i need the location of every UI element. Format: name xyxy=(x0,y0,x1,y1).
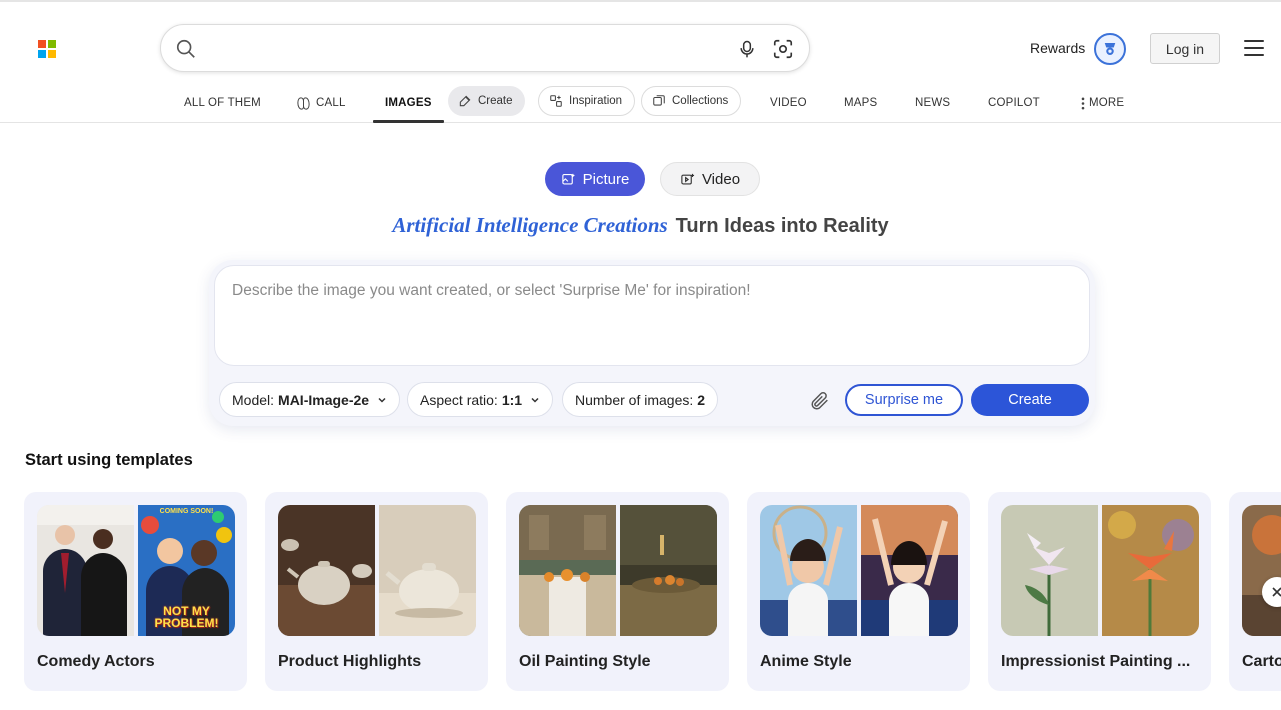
template-card-impressionist[interactable]: Impressionist Painting ... xyxy=(988,492,1211,691)
video-mode-button[interactable]: Video xyxy=(660,162,760,196)
top-border xyxy=(0,0,1281,2)
template-image xyxy=(861,505,958,636)
headline: Artificial Intelligence Creations Turn Id… xyxy=(0,213,1281,238)
template-label: Oil Painting Style xyxy=(519,653,651,670)
poster-top-text: COMING SOON! xyxy=(159,508,214,515)
image-create-icon xyxy=(561,173,575,184)
vertical-nav: ALL OF THEM CALL IMAGES Create Inspirati… xyxy=(0,84,1281,123)
nav-call[interactable]: CALL xyxy=(296,84,346,122)
nav-inspiration[interactable]: Inspiration xyxy=(538,86,636,116)
nav-news[interactable]: NEWS xyxy=(915,84,950,122)
nav-copilot[interactable]: COPILOT xyxy=(988,84,1040,122)
nav-create[interactable]: Create xyxy=(448,86,525,116)
template-label: Product Highlights xyxy=(278,653,422,670)
prompt-area xyxy=(214,265,1090,366)
model-selector[interactable]: Model: MAI-Image-2e xyxy=(219,382,401,417)
template-image: COMING SOON! NOT MY PROBLEM! xyxy=(138,505,235,636)
template-image xyxy=(620,505,717,636)
microphone-icon[interactable] xyxy=(737,39,757,59)
image-count-selector[interactable]: Number of images: 2 xyxy=(562,382,719,417)
rewards-link[interactable]: Rewards xyxy=(1030,40,1085,56)
template-image xyxy=(278,505,375,636)
templates-title: Start using templates xyxy=(25,451,193,469)
template-card-oil-painting[interactable]: Oil Painting Style xyxy=(506,492,729,691)
collections-icon xyxy=(653,95,665,106)
nav-images[interactable]: IMAGES xyxy=(373,84,444,123)
create-button[interactable]: Create xyxy=(971,384,1089,416)
template-label: Carto xyxy=(1242,653,1281,670)
login-button[interactable]: Log in xyxy=(1150,33,1220,64)
visual-search-icon[interactable] xyxy=(772,38,794,60)
copilot-icon xyxy=(297,96,310,110)
template-card-comedy-actors[interactable]: COMING SOON! NOT MY PROBLEM! Comedy Acto… xyxy=(24,492,247,691)
nav-video[interactable]: VIDEO xyxy=(770,84,807,122)
microsoft-logo-icon[interactable] xyxy=(38,40,56,58)
poster-bottom-text: NOT MY PROBLEM! xyxy=(154,604,219,630)
template-image xyxy=(37,505,134,636)
nav-maps[interactable]: MAPS xyxy=(844,84,877,122)
search-input[interactable] xyxy=(209,35,769,63)
template-card-product-highlights[interactable]: Product Highlights xyxy=(265,492,488,691)
headline-main: Turn Ideas into Reality xyxy=(675,215,889,237)
chevron-down-icon xyxy=(378,397,386,403)
template-label: Impressionist Painting ... xyxy=(1001,653,1191,670)
chevron-down-icon xyxy=(531,397,539,403)
create-icon xyxy=(459,95,471,107)
video-create-icon xyxy=(681,173,695,184)
attachment-icon[interactable] xyxy=(809,390,831,412)
template-image xyxy=(1001,505,1098,636)
search-icon[interactable] xyxy=(175,38,197,60)
nav-collections[interactable]: Collections xyxy=(641,86,742,116)
template-image xyxy=(1242,505,1281,636)
aspect-ratio-selector[interactable]: Aspect ratio: 1:1 xyxy=(407,382,554,417)
picture-mode-button[interactable]: Picture xyxy=(545,162,645,196)
template-image xyxy=(1102,505,1199,636)
template-label: Comedy Actors xyxy=(37,653,155,670)
chevron-right-icon xyxy=(1272,587,1281,597)
rewards-badge-icon[interactable] xyxy=(1094,33,1126,65)
inspiration-icon xyxy=(550,95,562,107)
nav-all[interactable]: ALL OF THEM xyxy=(184,84,261,122)
prompt-panel: Model:MAI-Image-2e Aspect ratio:1:1 Numb… xyxy=(209,260,1095,426)
prompt-input[interactable] xyxy=(215,266,1089,365)
headline-accent: Artificial Intelligence Creations xyxy=(392,213,668,237)
template-image xyxy=(379,505,476,636)
template-card-anime-style[interactable]: Anime Style xyxy=(747,492,970,691)
more-vertical-icon xyxy=(1081,97,1085,109)
template-image xyxy=(760,505,857,636)
template-image xyxy=(519,505,616,636)
menu-icon[interactable] xyxy=(1244,40,1264,56)
surprise-me-button[interactable]: Surprise me xyxy=(845,384,963,416)
nav-more[interactable]: MORE xyxy=(1080,84,1124,122)
search-bar xyxy=(160,24,810,72)
template-label: Anime Style xyxy=(760,653,852,670)
